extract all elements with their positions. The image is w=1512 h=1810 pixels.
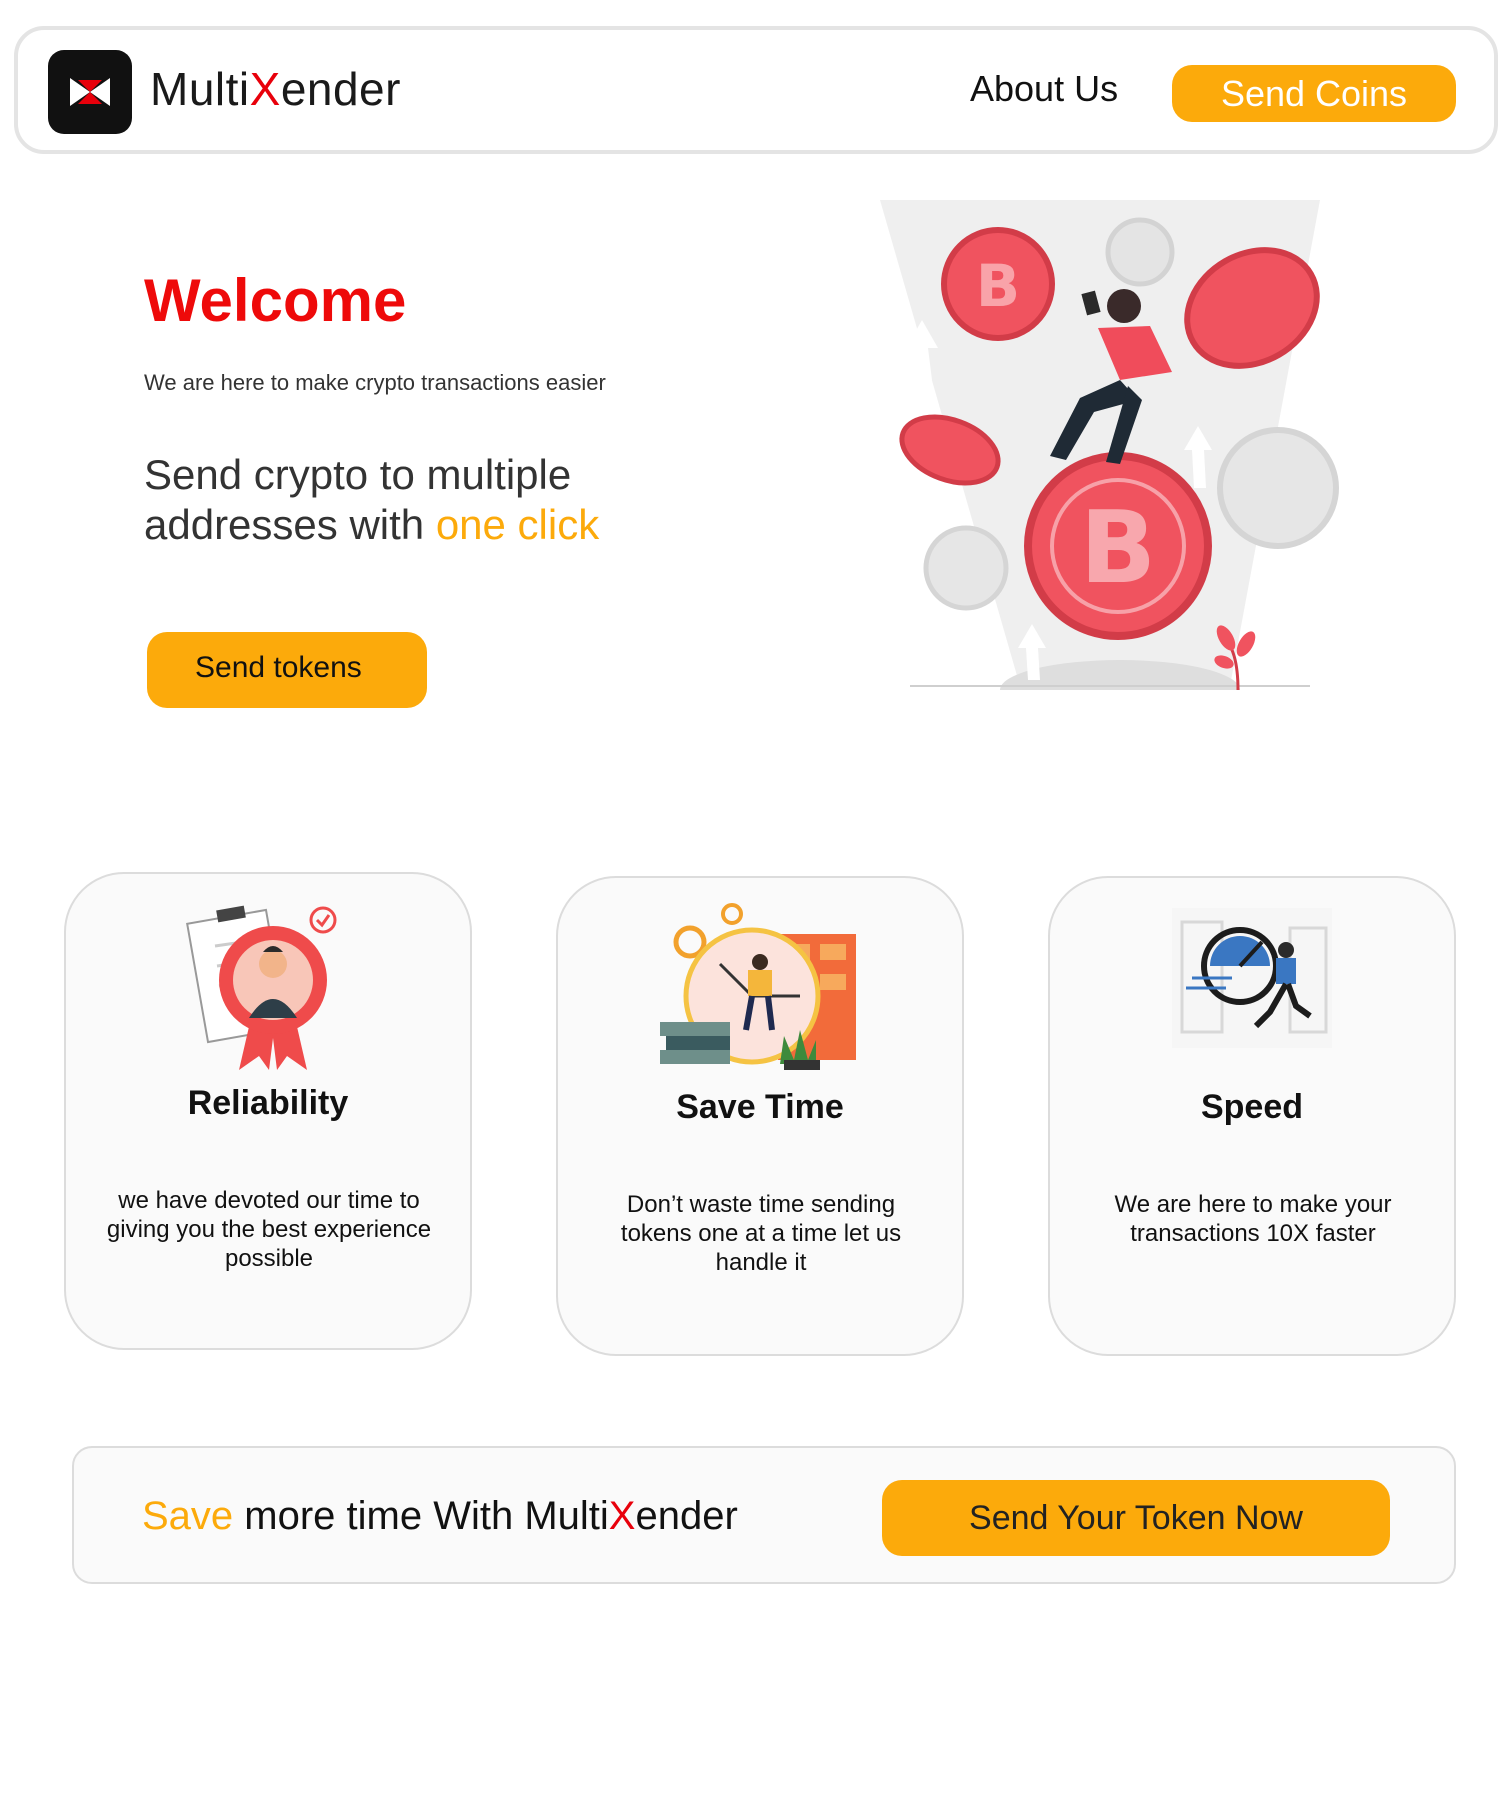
bitcoin-coins-woman-illustration-icon: B B <box>880 200 1340 720</box>
feature-card-reliability: Reliability we have devoted our time to … <box>64 872 472 1350</box>
feature-description: We are here to make your transactions 10… <box>1114 1191 1392 1247</box>
send-tokens-button[interactable]: Send tokens <box>147 632 427 708</box>
logo-icon[interactable] <box>48 50 132 134</box>
brand-x: X <box>249 63 281 115</box>
cta-banner: Save more time With MultiXender Send You… <box>72 1446 1456 1584</box>
cta-main: more time With Multi <box>233 1494 609 1538</box>
feature-description: Don’t waste time sending tokens one at a… <box>620 1191 902 1276</box>
brand-name[interactable]: MultiXender <box>150 62 401 116</box>
feature-card-speed: Speed We are here to make your transacti… <box>1048 876 1456 1356</box>
send-your-token-now-button[interactable]: Send Your Token Now <box>882 1480 1390 1556</box>
feature-card-save-time: Save Time Don’t waste time sending token… <box>556 876 964 1356</box>
welcome-heading: Welcome <box>144 267 407 334</box>
hero-headline: Send crypto to multiple addresses with o… <box>144 450 704 550</box>
svg-text:B: B <box>1080 489 1156 606</box>
cta-text: Save more time With MultiXender <box>142 1494 738 1539</box>
cta-suffix: ender <box>635 1494 738 1538</box>
nav-send-coins-button[interactable]: Send Coins <box>1172 65 1456 122</box>
save-time-clock-illustration-icon <box>660 900 860 1075</box>
reliability-ribbon-illustration-icon <box>183 902 353 1077</box>
cta-accent: Save <box>142 1494 234 1538</box>
speed-runner-illustration-icon <box>1172 908 1332 1053</box>
cta-x: X <box>608 1494 636 1538</box>
hero-tagline: We are here to make crypto transactions … <box>144 370 606 395</box>
brand-suffix: ender <box>280 63 401 115</box>
feature-title: Speed <box>1200 1088 1304 1126</box>
nav-about-us-link[interactable]: About Us <box>970 68 1118 110</box>
brand-prefix: Multi <box>150 63 250 115</box>
feature-description: we have devoted our time to giving you t… <box>106 1187 432 1272</box>
feature-title: Reliability <box>187 1084 349 1122</box>
navbar: MultiXender About Us Send Coins <box>14 26 1498 154</box>
svg-text:B: B <box>976 252 1020 320</box>
feature-title: Save Time <box>676 1088 844 1126</box>
headline-accent: one click <box>435 501 600 548</box>
